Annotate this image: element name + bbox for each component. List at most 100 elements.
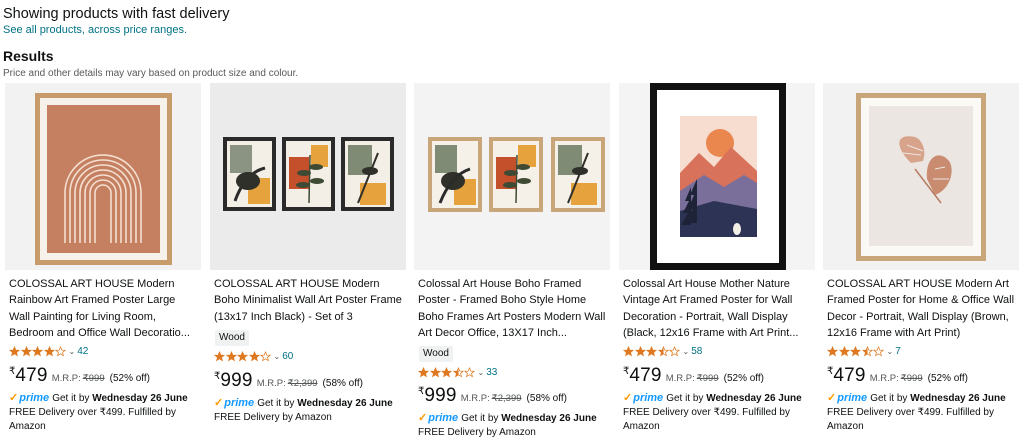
- chevron-down-icon: ⌄: [273, 352, 281, 361]
- currency-symbol: ₹: [214, 371, 221, 382]
- mrp-label: M.R.P:: [665, 373, 695, 384]
- mrp-value: ₹2,399: [287, 378, 318, 389]
- prime-check-icon: ✓: [9, 392, 19, 404]
- delivery-text: FREE Delivery over ₹499. Fulfilled by Am…: [827, 407, 994, 432]
- star-icon: [657, 346, 669, 357]
- product-rating[interactable]: ⌄ 58: [623, 345, 702, 358]
- star-icon: [260, 351, 271, 362]
- prime-badge: ✓ prime: [9, 392, 50, 404]
- product-title[interactable]: COLOSSAL ART HOUSE Modern Rainbow Art Fr…: [9, 276, 197, 342]
- star-icon: [20, 346, 32, 357]
- star-icon: [850, 346, 861, 357]
- prime-check-icon: ✓: [827, 392, 837, 404]
- discount-percent: (58% off): [526, 393, 567, 404]
- variant-badge[interactable]: Wood: [215, 330, 249, 346]
- prime-badge: ✓ prime: [214, 397, 255, 409]
- prime-badge: ✓ prime: [827, 392, 868, 404]
- product-rating[interactable]: ⌄ 42: [9, 345, 88, 358]
- star-icon: [452, 367, 464, 378]
- boho-set-of-3-poster-image: [210, 83, 406, 270]
- price-row: ₹ 479 M.R.P: ₹999 (52% off): [9, 365, 150, 389]
- mrp-value: ₹2,399: [491, 393, 522, 404]
- results-title: Results: [3, 48, 54, 64]
- star-icon: [669, 346, 680, 357]
- star-icon: [861, 346, 873, 357]
- rating-count[interactable]: 60: [282, 351, 293, 362]
- delivery-info: ✓ prime Get it by Wednesday 26 June FREE D…: [9, 392, 188, 432]
- monstera-leaf-poster-image: [823, 83, 1019, 270]
- star-icon: [464, 367, 475, 378]
- product-grid: COLOSSAL ART HOUSE Modern Rainbow Art Fr…: [5, 83, 1024, 438]
- star-icon: [838, 346, 850, 357]
- prime-badge: ✓ prime: [418, 412, 459, 424]
- star-rating-icon: [827, 346, 885, 357]
- product-image[interactable]: [5, 83, 201, 270]
- star-icon: [441, 367, 452, 378]
- star-icon: [55, 346, 66, 357]
- product-card[interactable]: COLOSSAL ART HOUSE Modern Rainbow Art Fr…: [5, 83, 201, 438]
- discount-percent: (52% off): [109, 373, 151, 384]
- product-image[interactable]: [823, 83, 1019, 270]
- delivery-text: FREE Delivery over ₹499. Fulfilled by Am…: [623, 407, 790, 432]
- star-icon: [634, 346, 646, 357]
- mrp-value: ₹999: [900, 373, 923, 384]
- product-rating[interactable]: ⌄ 33: [418, 366, 497, 379]
- price-row: ₹ 999 M.R.P: ₹2,399 (58% off): [418, 385, 567, 409]
- rainbow-arch-poster-image: [5, 83, 201, 270]
- star-icon: [43, 346, 55, 357]
- product-title[interactable]: COLOSSAL ART HOUSE Modern Art Framed Pos…: [827, 276, 1015, 342]
- star-icon: [873, 346, 884, 357]
- product-rating[interactable]: ⌄ 7: [827, 345, 901, 358]
- currency-symbol: ₹: [623, 366, 630, 377]
- star-rating-icon: [214, 351, 272, 362]
- chevron-down-icon: ⌄: [886, 347, 894, 356]
- product-title[interactable]: COLOSSAL ART HOUSE Modern Boho Minimalis…: [214, 276, 402, 325]
- price-row: ₹ 479 M.R.P: ₹999 (52% off): [623, 365, 764, 389]
- variant-badge[interactable]: Wood: [419, 346, 453, 362]
- delivery-text: FREE Delivery over ₹499. Fulfilled by Am…: [9, 407, 176, 432]
- star-icon: [429, 367, 441, 378]
- price: 479: [833, 365, 866, 386]
- fast-delivery-heading: Showing products with fast delivery: [3, 6, 230, 22]
- product-image[interactable]: [619, 83, 815, 270]
- rating-count[interactable]: 7: [895, 346, 901, 357]
- price-row: ₹ 479 M.R.P: ₹999 (52% off): [827, 365, 968, 389]
- product-image[interactable]: [210, 83, 406, 270]
- prime-check-icon: ✓: [418, 412, 428, 424]
- star-icon: [827, 346, 838, 357]
- product-title[interactable]: Colossal Art House Mother Nature Vintage…: [623, 276, 811, 342]
- chevron-down-icon: ⌄: [68, 347, 76, 356]
- price: 999: [220, 370, 253, 391]
- mrp-label: M.R.P:: [869, 373, 899, 384]
- delivery-info: ✓ prime Get it by Wednesday 26 June FREE D…: [623, 392, 802, 432]
- price: 999: [424, 385, 457, 406]
- product-title[interactable]: Colossal Art House Boho Framed Poster - …: [418, 276, 606, 342]
- rating-count[interactable]: 58: [691, 346, 702, 357]
- currency-symbol: ₹: [827, 366, 834, 377]
- star-icon: [248, 351, 260, 362]
- discount-percent: (52% off): [723, 373, 765, 384]
- rating-count[interactable]: 33: [486, 367, 497, 378]
- rating-count[interactable]: 42: [77, 346, 88, 357]
- see-all-products-link[interactable]: See all products, across price ranges.: [3, 24, 187, 36]
- product-card[interactable]: COLOSSAL ART HOUSE Modern Art Framed Pos…: [823, 83, 1019, 438]
- price-row: ₹ 999 M.R.P: ₹2,399 (58% off): [214, 370, 363, 394]
- product-card[interactable]: Colossal Art House Mother Nature Vintage…: [619, 83, 815, 438]
- prime-check-icon: ✓: [623, 392, 633, 404]
- product-rating[interactable]: ⌄ 60: [214, 350, 293, 363]
- discount-percent: (58% off): [322, 378, 363, 389]
- mrp-label: M.R.P:: [51, 373, 81, 384]
- delivery-info: ✓ prime Get it by Wednesday 26 June FREE D…: [827, 392, 1006, 432]
- star-rating-icon: [418, 367, 476, 378]
- product-image[interactable]: [414, 83, 610, 270]
- mrp-label: M.R.P:: [460, 393, 490, 404]
- product-card[interactable]: Colossal Art House Boho Framed Poster - …: [414, 83, 610, 438]
- chevron-down-icon: ⌄: [477, 368, 485, 377]
- delivery-text: FREE Delivery by Amazon: [214, 412, 332, 423]
- results-note: Price and other details may vary based o…: [3, 68, 299, 79]
- delivery-info: ✓ prime Get it by Wednesday 26 June FREE D…: [214, 397, 393, 423]
- product-card[interactable]: COLOSSAL ART HOUSE Modern Boho Minimalis…: [210, 83, 406, 438]
- chevron-down-icon: ⌄: [682, 347, 690, 356]
- star-icon: [225, 351, 237, 362]
- star-icon: [214, 351, 225, 362]
